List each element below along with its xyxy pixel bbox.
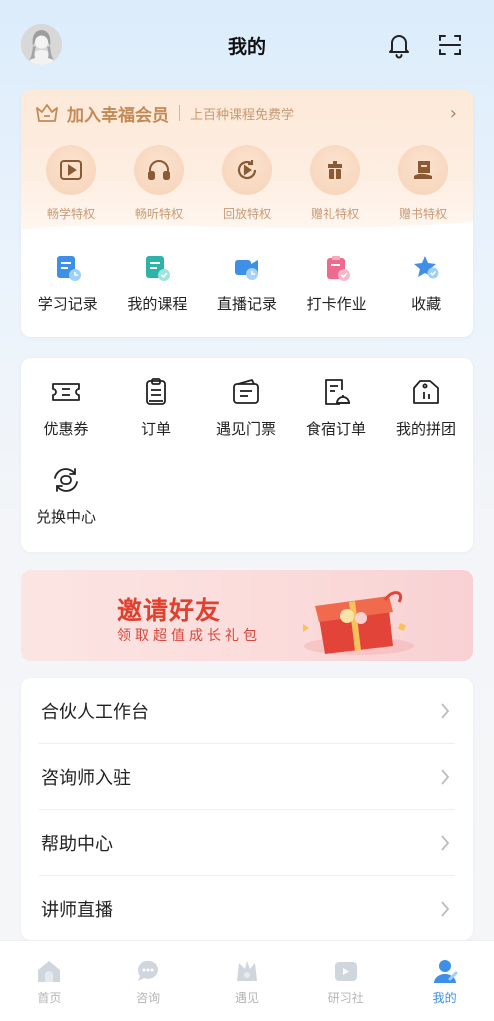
tab-label: 我的 (432, 991, 457, 1005)
grid-item-lodging-order[interactable]: 食宿订单 (291, 376, 381, 464)
shortcut-my-courses[interactable]: 我的课程 (113, 253, 201, 314)
crown-icon (36, 104, 58, 122)
header: 我的 (0, 0, 494, 90)
scan-icon[interactable] (436, 31, 464, 59)
menu-item-partner-workbench[interactable]: 合伙人工作台 (39, 678, 455, 744)
chevron-right-icon (441, 901, 450, 917)
grid-item-ticket[interactable]: 遇见门票 (201, 376, 291, 464)
grid-item-label: 食宿订单 (305, 420, 366, 438)
banner-title: 邀请好友 (117, 596, 222, 625)
consult-icon (138, 960, 159, 981)
menu-list: 合伙人工作台 咨询师入驻 帮助中心 讲师直播 (21, 678, 473, 940)
meet-icon (236, 961, 257, 981)
shortcut-favorite[interactable]: 收藏 (382, 253, 470, 314)
book-icon (414, 161, 432, 179)
shortcut-label: 收藏 (411, 295, 442, 313)
grid-item-order[interactable]: 订单 (111, 376, 201, 464)
tab-profile[interactable]: 我的 (405, 957, 485, 1021)
coupon-icon (52, 383, 80, 401)
menu-item-label: 帮助中心 (41, 833, 113, 855)
chevron-right-icon[interactable]: › (450, 103, 457, 124)
gift-box-illustration (303, 591, 414, 655)
checkin-homework-icon (326, 256, 350, 281)
grid-item-label: 遇见门票 (215, 420, 276, 438)
vip-banner[interactable]: 加入幸福会员 上百种课程免费学 › 畅学特权 畅听特权 回放特权 赠礼特权 赠书… (21, 90, 473, 248)
ticket-icon (233, 379, 259, 404)
gift-icon (328, 161, 342, 179)
replay-icon (237, 160, 257, 180)
divider (179, 105, 180, 121)
headphones-icon (148, 160, 170, 180)
shortcut-checkin-homework[interactable]: 打卡作业 (293, 253, 381, 314)
chevron-right-icon (441, 835, 450, 851)
study-record-icon (56, 256, 81, 281)
menu-item-label: 讲师直播 (41, 900, 113, 921)
tab-label: 遇见 (234, 991, 259, 1005)
menu-item-label: 合伙人工作台 (41, 701, 149, 723)
page-title: 我的 (227, 36, 266, 58)
menu-item-label: 咨询师入驻 (41, 767, 131, 789)
favorite-star-icon (414, 256, 439, 279)
menu-item-lecturer-live[interactable]: 讲师直播 (39, 876, 455, 942)
orders-card: 优惠券 订单 遇见门票 食宿订单 我的拼团 兑换中心 (21, 358, 473, 552)
banner-subtitle: 领取超值成长礼包 (117, 628, 261, 644)
group-buy-icon (413, 380, 439, 404)
grid-item-group-buy[interactable]: 我的拼团 (381, 376, 471, 464)
wave-decoration (21, 222, 473, 248)
tab-meet[interactable]: 遇见 (207, 957, 287, 1021)
grid-item-label: 兑换中心 (35, 508, 96, 526)
vip-subtitle: 上百种课程免费学 (190, 107, 295, 123)
bell-icon[interactable] (385, 31, 413, 59)
shortcut-label: 我的课程 (127, 295, 188, 313)
shortcut-label: 打卡作业 (306, 295, 367, 313)
menu-item-help-center[interactable]: 帮助中心 (39, 810, 455, 876)
order-icon (146, 378, 166, 405)
live-record-icon (234, 260, 258, 280)
exchange-icon (54, 468, 78, 492)
shortcut-live-record[interactable]: 直播记录 (203, 253, 291, 314)
grid-item-label: 订单 (140, 420, 171, 438)
my-courses-icon (146, 256, 171, 281)
lodging-order-icon (325, 379, 350, 405)
tab-study-club[interactable]: 研习社 (306, 957, 386, 1021)
shortcut-label: 学习记录 (37, 295, 98, 313)
shortcut-label: 直播记录 (216, 295, 277, 313)
tab-home[interactable]: 首页 (9, 957, 89, 1021)
grid-item-label: 我的拼团 (395, 420, 456, 438)
grid-item-coupon[interactable]: 优惠券 (21, 376, 111, 464)
study-club-icon (334, 962, 357, 981)
grid-item-exchange[interactable]: 兑换中心 (21, 464, 111, 552)
chevron-right-icon (441, 769, 450, 785)
home-icon (38, 961, 61, 982)
tab-label: 咨询 (136, 991, 161, 1005)
invite-friends-banner[interactable]: 邀请好友 领取超值成长礼包 (21, 570, 473, 661)
tab-label: 首页 (37, 991, 62, 1005)
tab-bar: 首页 咨询 遇见 研习社 我的 (0, 940, 494, 1021)
play-icon (60, 160, 82, 180)
profile-icon (433, 960, 458, 983)
chevron-right-icon (441, 703, 450, 719)
tab-consult[interactable]: 咨询 (108, 957, 188, 1021)
shortcut-study-record[interactable]: 学习记录 (24, 253, 112, 314)
tab-label: 研习社 (327, 991, 364, 1005)
membership-card: 加入幸福会员 上百种课程免费学 › 畅学特权 畅听特权 回放特权 赠礼特权 赠书… (21, 90, 473, 337)
vip-title: 加入幸福会员 (67, 105, 169, 126)
grid-item-label: 优惠券 (43, 420, 89, 438)
menu-item-counselor-join[interactable]: 咨询师入驻 (39, 744, 455, 810)
